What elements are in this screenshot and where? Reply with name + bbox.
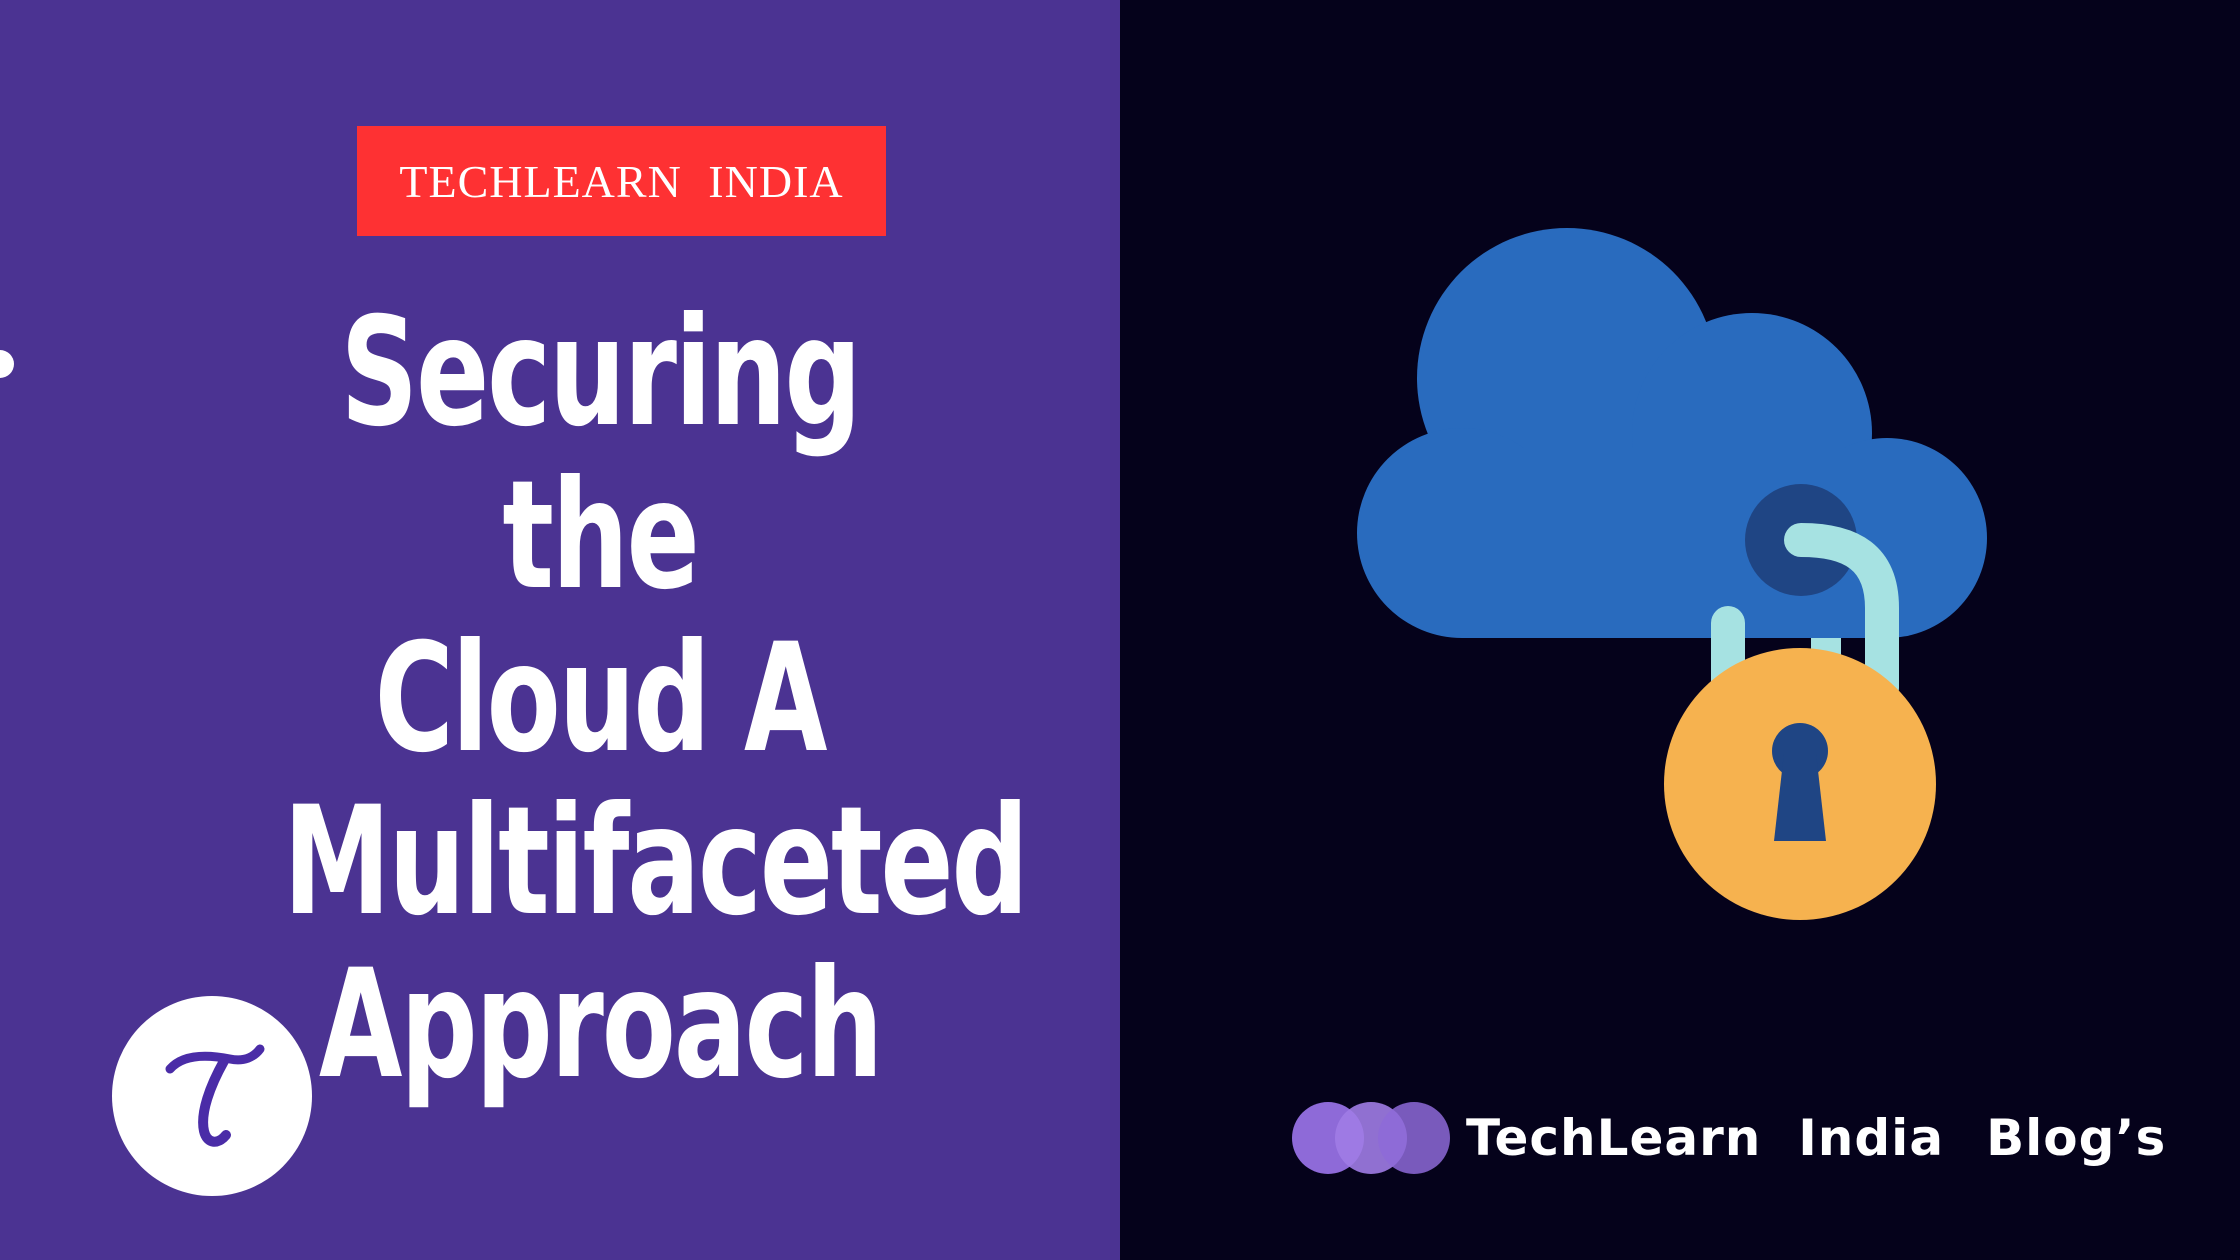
- techlearn-logo: [112, 996, 312, 1196]
- cloud-padlock-icon: [1357, 228, 1987, 920]
- footer-suffix: Blog’s: [1986, 1109, 2167, 1167]
- footer-brand-name: TechLearn India: [1466, 1109, 1945, 1167]
- lock-body: [1664, 648, 1936, 920]
- techlearn-t-logo-icon: [165, 1044, 265, 1147]
- brand-badge-text: TECHLEARN INDIA: [399, 155, 844, 207]
- headline: Securing the Cloud A Multifaceted Approa…: [283, 286, 1029, 1112]
- headline-line-1: Securing the: [340, 286, 861, 623]
- headline-line-3: Multifaceted: [283, 775, 1029, 949]
- right-panel: TechLearn India Blog’s: [1120, 0, 2240, 1260]
- edge-dot-decoration: [0, 350, 14, 378]
- footer-brand: TechLearn India Blog’s: [1290, 1093, 2190, 1183]
- headline-line-4: Approach: [318, 938, 883, 1112]
- overlapping-circles-logo-icon: [1292, 1102, 1450, 1174]
- headline-line-2: Cloud A: [374, 612, 828, 786]
- left-panel: TECHLEARN INDIA Securing the Cloud A Mul…: [0, 0, 1120, 1260]
- brand-badge: TECHLEARN INDIA: [357, 126, 886, 236]
